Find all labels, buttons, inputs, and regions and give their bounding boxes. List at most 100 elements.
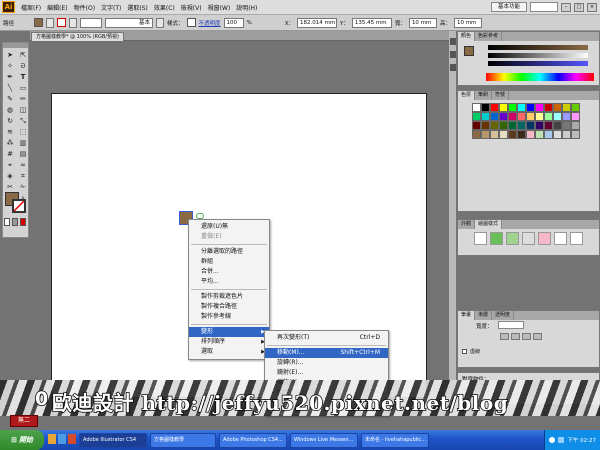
swatch[interactable] <box>481 112 490 121</box>
style-thumb[interactable] <box>506 232 519 245</box>
swatch[interactable] <box>499 121 508 130</box>
swatch[interactable] <box>535 121 544 130</box>
tab-symbols[interactable]: 符號 <box>492 91 510 100</box>
symbol-sprayer-tool-icon[interactable]: ⁂ <box>4 138 16 148</box>
swatch[interactable] <box>490 112 499 121</box>
crop-tool-icon[interactable]: ⌗ <box>17 171 29 181</box>
w-field[interactable]: 10 mm <box>408 17 437 28</box>
swatch[interactable] <box>490 130 499 139</box>
swatch[interactable] <box>472 121 481 130</box>
tab-color[interactable]: 顏色 <box>458 32 476 41</box>
stroke-option-button[interactable] <box>500 333 509 340</box>
eraser-tool-icon[interactable]: ◫ <box>17 105 29 115</box>
swatch[interactable] <box>562 112 571 121</box>
pen-tool-icon[interactable]: ✒ <box>4 72 16 82</box>
panel-icon[interactable] <box>450 51 456 58</box>
h-field[interactable]: 10 mm <box>453 17 482 28</box>
quick-launch-icon[interactable] <box>58 434 66 444</box>
eyedropper-tool-icon[interactable]: ⌖ <box>4 160 16 170</box>
style-swatch[interactable] <box>186 18 196 27</box>
color-fill-stroke-icon[interactable] <box>464 46 474 56</box>
warp-tool-icon[interactable]: ≋ <box>4 127 16 137</box>
context-menu-item[interactable]: 製作複合路徑 <box>189 302 269 312</box>
menu-select[interactable]: 選取(S) <box>124 3 151 12</box>
swatch[interactable] <box>526 103 535 112</box>
paintbrush-tool-icon[interactable]: ✎ <box>4 94 16 104</box>
context-menu-item[interactable]: 群組 <box>189 257 269 267</box>
menu-edit[interactable]: 編輯(E) <box>44 3 70 12</box>
tray-icon[interactable] <box>549 437 556 443</box>
taskbar-item-folder[interactable]: 方格圖樣教學 <box>150 432 216 448</box>
swatch[interactable] <box>481 103 490 112</box>
swatch[interactable] <box>526 130 535 139</box>
swatch[interactable] <box>562 121 571 130</box>
graph-tool-icon[interactable]: ▥ <box>17 138 29 148</box>
document-tab[interactable]: 方格圖樣教學* @ 100% (RGB/預視) <box>31 32 124 41</box>
swatch[interactable] <box>553 103 562 112</box>
taskbar-item-notepad[interactable]: 未命名 - livehahapublic... <box>361 432 429 448</box>
taskbar-item-messenger[interactable]: Windows Live Messen... <box>290 432 358 448</box>
menu-file[interactable]: 檔案(F) <box>18 3 44 12</box>
rotate-tool-icon[interactable]: ↻ <box>4 116 16 126</box>
swatch[interactable] <box>481 130 490 139</box>
swatch[interactable] <box>553 130 562 139</box>
swatch[interactable] <box>490 121 499 130</box>
stroke-option-button[interactable] <box>533 333 542 340</box>
swatch[interactable] <box>535 112 544 121</box>
swatch[interactable] <box>571 103 580 112</box>
swatch[interactable] <box>526 121 535 130</box>
drawing-mode-buttons[interactable] <box>4 218 26 226</box>
opacity-field[interactable]: 100 <box>223 17 244 28</box>
quick-launch-icon[interactable] <box>48 434 56 444</box>
swatch[interactable] <box>544 130 553 139</box>
style-thumb[interactable] <box>554 232 567 245</box>
menu-view[interactable]: 檢視(V) <box>178 3 205 12</box>
blend-tool-icon[interactable]: ∞ <box>17 160 29 170</box>
swatch[interactable] <box>553 112 562 121</box>
swatch[interactable] <box>544 121 553 130</box>
context-menu-item[interactable]: 製作參考線 <box>189 312 269 322</box>
swatch[interactable] <box>571 130 580 139</box>
fill-swatch[interactable] <box>34 18 43 27</box>
context-menu-item[interactable]: 製作剪裁遮色片 <box>189 292 269 302</box>
tab-transparency[interactable]: 透明度 <box>492 311 515 320</box>
selection-tool-icon[interactable]: ➤ <box>4 50 16 60</box>
swatch[interactable] <box>499 103 508 112</box>
swatch[interactable] <box>571 121 580 130</box>
gradient-tool-icon[interactable]: ▤ <box>17 149 29 159</box>
tab-swatches[interactable]: 色票 <box>458 91 476 100</box>
stroke-weight-field[interactable] <box>80 17 102 28</box>
swatch[interactable] <box>562 130 571 139</box>
swatch[interactable] <box>508 103 517 112</box>
taskbar-item-photoshop[interactable]: Adobe Photoshop CS4... <box>219 432 287 448</box>
workspace-switcher[interactable]: 基本功能 <box>490 2 527 12</box>
scissors-tool-icon[interactable]: ✁ <box>17 182 29 192</box>
menu-object[interactable]: 物件(O) <box>71 3 98 12</box>
dash-checkbox[interactable] <box>462 349 467 354</box>
color-slider-row[interactable] <box>488 45 588 50</box>
minimize-button[interactable]: – <box>561 2 571 12</box>
swatch[interactable] <box>508 112 517 121</box>
swatch[interactable] <box>472 103 481 112</box>
lasso-tool-icon[interactable]: ᘐ <box>17 61 29 71</box>
submenu-item[interactable]: 再次變形(T) Ctrl+D <box>265 333 388 343</box>
stroke-swatch[interactable] <box>57 18 66 27</box>
swatch[interactable] <box>490 103 499 112</box>
swatch[interactable] <box>499 112 508 121</box>
swatch[interactable] <box>535 130 544 139</box>
magic-wand-tool-icon[interactable]: ✧ <box>4 61 16 71</box>
style-thumb[interactable] <box>474 232 487 245</box>
panel-icon[interactable] <box>450 64 456 71</box>
brush-dropdown[interactable] <box>156 17 164 28</box>
submenu-item[interactable]: 旋轉(R)... <box>265 358 388 368</box>
menu-window[interactable]: 視窗(W) <box>205 3 234 12</box>
style-thumb[interactable] <box>570 232 583 245</box>
menu-help[interactable]: 說明(H) <box>233 3 260 12</box>
tab-color-guide[interactable]: 色彩參考 <box>475 32 503 41</box>
opacity-link[interactable]: 不透明度 <box>199 19 221 27</box>
slice-tool-icon[interactable]: ✂ <box>4 182 16 192</box>
color-slider-row[interactable] <box>488 61 588 66</box>
tab-graphic-styles[interactable]: 繪圖樣式 <box>475 220 503 229</box>
taskbar-item-illustrator[interactable]: Adobe Illustrator CS4 <box>79 432 147 448</box>
free-transform-tool-icon[interactable]: ⬚ <box>17 127 29 137</box>
